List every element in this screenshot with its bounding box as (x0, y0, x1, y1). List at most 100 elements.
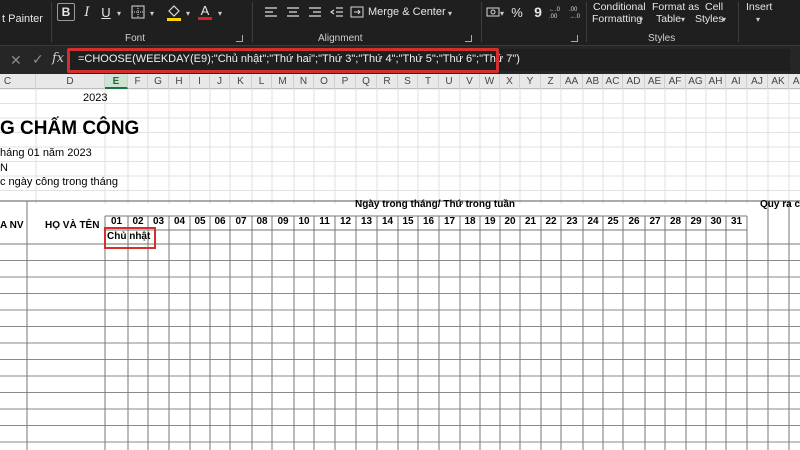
column-header-x[interactable]: X (500, 74, 520, 89)
column-header-y[interactable]: Y (520, 74, 541, 89)
font-color-icon[interactable]: A (196, 2, 214, 22)
sheet-title[interactable]: G CHẤM CÔNG (0, 118, 139, 140)
day-number[interactable]: 13 (356, 216, 377, 227)
column-header-l[interactable]: L (252, 74, 272, 89)
day-number[interactable]: 02 (128, 216, 148, 227)
fill-color-dropdown-icon[interactable]: ▾ (186, 9, 190, 18)
column-header-ae[interactable]: AE (645, 74, 665, 89)
fill-color-icon[interactable] (164, 2, 184, 22)
align-left-icon[interactable] (262, 2, 280, 22)
day-number[interactable]: 18 (460, 216, 480, 227)
accounting-dropdown-icon[interactable]: ▾ (500, 9, 504, 18)
percent-button[interactable]: % (509, 2, 525, 22)
day-number[interactable]: 19 (480, 216, 500, 227)
worksheet[interactable]: C D E F G H I J K L M N O P Q R S T U V W X Y Z AA AB AC AD AE AF AG AH… (0, 74, 800, 450)
font-dialog-launcher-icon[interactable] (236, 35, 243, 42)
column-header-m[interactable]: M (272, 74, 294, 89)
column-header-q[interactable]: Q (356, 74, 377, 89)
column-header-e[interactable]: E (105, 74, 128, 89)
column-header-i[interactable]: I (190, 74, 210, 89)
insert-dropdown-icon[interactable]: ▾ (756, 15, 760, 24)
column-header-s[interactable]: S (398, 74, 418, 89)
day-number[interactable]: 11 (314, 216, 335, 227)
day-number[interactable]: 20 (500, 216, 520, 227)
column-header-f[interactable]: F (128, 74, 148, 89)
day-number[interactable]: 21 (520, 216, 541, 227)
decrease-decimal-icon[interactable]: .00 →.0 (568, 2, 586, 22)
day-number[interactable]: 15 (398, 216, 418, 227)
day-number[interactable]: 29 (686, 216, 706, 227)
insert-function-icon[interactable]: fx (52, 51, 64, 66)
day-number[interactable]: 26 (623, 216, 645, 227)
italic-button[interactable]: I (78, 2, 96, 22)
conditional-formatting-dropdown-icon[interactable]: ▾ (639, 15, 643, 24)
column-header-c[interactable]: C (0, 74, 36, 89)
column-header-ak[interactable]: AK (768, 74, 789, 89)
bold-button[interactable]: B (57, 3, 75, 21)
increase-decimal-icon[interactable]: ←.0.00 (548, 2, 566, 22)
subtitle-cell[interactable]: háng 01 năm 2023 (0, 147, 92, 159)
merge-dropdown-icon[interactable]: ▾ (448, 9, 452, 18)
align-right-icon[interactable] (306, 2, 324, 22)
day-number[interactable]: 05 (190, 216, 210, 227)
column-header-r[interactable]: R (377, 74, 398, 89)
merge-center-button[interactable]: Merge & Center (368, 6, 446, 18)
column-header-aa[interactable]: AA (561, 74, 583, 89)
column-header-o[interactable]: O (314, 74, 335, 89)
day-number[interactable]: 22 (541, 216, 561, 227)
conditional-formatting-line1[interactable]: Conditional (593, 1, 646, 13)
column-header-z[interactable]: Z (541, 74, 561, 89)
accounting-format-icon[interactable] (485, 2, 501, 22)
day-number[interactable]: 09 (272, 216, 294, 227)
column-header-ah[interactable]: AH (706, 74, 726, 89)
column-header-u[interactable]: U (439, 74, 460, 89)
day-number[interactable]: 06 (210, 216, 230, 227)
day-number[interactable]: 27 (645, 216, 665, 227)
borders-dropdown-icon[interactable]: ▾ (150, 9, 154, 18)
column-header-j[interactable]: J (210, 74, 230, 89)
column-header-d[interactable]: D (36, 74, 105, 89)
days-header[interactable]: Ngày trong tháng/ Thứ trong tuần (355, 199, 515, 210)
day-number[interactable]: 31 (726, 216, 747, 227)
insert-button[interactable]: Insert (746, 1, 772, 13)
line4-cell[interactable]: c ngày công trong tháng (0, 176, 118, 188)
column-header-ab[interactable]: AB (583, 74, 603, 89)
cell-styles-line1[interactable]: Cell (705, 1, 723, 13)
ho-va-ten-header[interactable]: HỌ VÀ TÊN (45, 220, 99, 231)
column-header-aj[interactable]: AJ (747, 74, 768, 89)
format-as-table-dropdown-icon[interactable]: ▾ (681, 15, 685, 24)
day-number[interactable]: 16 (418, 216, 439, 227)
cell-styles-dropdown-icon[interactable]: ▾ (722, 15, 726, 24)
column-header-k[interactable]: K (230, 74, 252, 89)
day-number[interactable]: 04 (169, 216, 190, 227)
column-header-p[interactable]: P (335, 74, 356, 89)
column-header-ac[interactable]: AC (603, 74, 623, 89)
decrease-indent-icon[interactable] (328, 2, 346, 22)
format-painter-button[interactable]: t Painter (2, 13, 43, 25)
column-header-t[interactable]: T (418, 74, 439, 89)
line3-cell[interactable]: N (0, 162, 8, 174)
day-number[interactable]: 17 (439, 216, 460, 227)
format-as-table-line2[interactable]: Table (656, 13, 681, 25)
column-header-w[interactable]: W (480, 74, 500, 89)
merge-center-icon[interactable] (348, 2, 366, 22)
enter-icon[interactable]: ✓ (32, 51, 44, 68)
number-dialog-launcher-icon[interactable] (571, 35, 578, 42)
day-number[interactable]: 10 (294, 216, 314, 227)
underline-dropdown-icon[interactable]: ▾ (117, 9, 121, 18)
column-header-h[interactable]: H (169, 74, 190, 89)
column-header-al[interactable]: AL (789, 74, 800, 89)
underline-button[interactable]: U (97, 2, 115, 22)
alignment-dialog-launcher-icon[interactable] (465, 35, 472, 42)
day-number[interactable]: 23 (561, 216, 583, 227)
column-header-ad[interactable]: AD (623, 74, 645, 89)
day-number[interactable]: 14 (377, 216, 398, 227)
format-as-table-line1[interactable]: Format as (652, 1, 699, 13)
day-number[interactable]: 08 (252, 216, 272, 227)
year-cell[interactable]: 2023 (83, 92, 107, 104)
day-number[interactable]: 25 (603, 216, 623, 227)
align-center-icon[interactable] (284, 2, 302, 22)
quy-ra-header[interactable]: Quy ra c (760, 199, 800, 210)
ma-nv-header[interactable]: A NV (0, 220, 24, 231)
column-header-v[interactable]: V (460, 74, 480, 89)
